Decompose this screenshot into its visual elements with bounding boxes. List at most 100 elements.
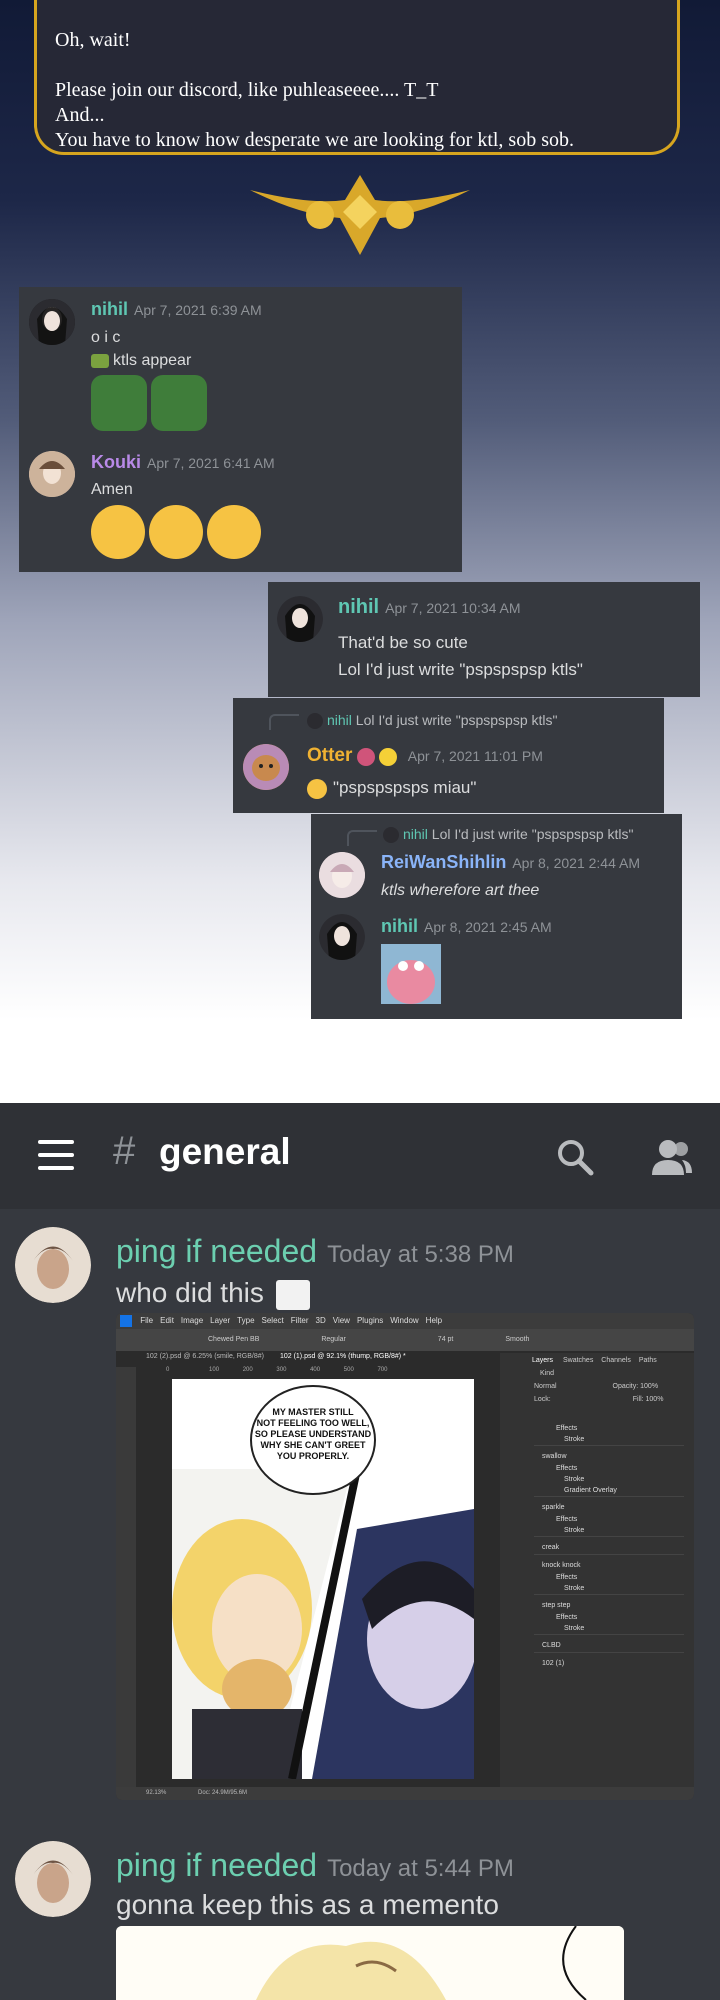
ps-panel-tab[interactable]: Channels (601, 1357, 631, 1364)
message-text: o i c (91, 329, 121, 346)
ps-layer-effect[interactable]: Stroke (534, 1583, 684, 1594)
ps-menu-item[interactable]: Window (390, 1316, 418, 1325)
hamburger-menu-icon[interactable] (38, 1140, 74, 1170)
ps-layer-effect[interactable]: Stroke (534, 1623, 684, 1634)
ps-panel-tab[interactable]: Paths (639, 1357, 657, 1364)
ps-doc-tab-active[interactable]: 102 (1).psd @ 92.1% (thump, RGB/8#) * (280, 1353, 406, 1360)
ps-canvas[interactable]: MY MASTER STILL NOT FEELING TOO WELL, SO… (172, 1379, 474, 1779)
message-text: ktls wherefore art thee (381, 882, 540, 899)
ps-status-bar: 92.13% Doc: 24.9M/95.6M (116, 1787, 694, 1800)
reply-username[interactable]: nihil (403, 826, 428, 842)
channel-header: # general (0, 1103, 720, 1209)
username-kouki[interactable]: Kouki (91, 452, 141, 472)
ps-blend-mode[interactable]: Normal (534, 1383, 557, 1390)
ps-toolbar[interactable] (116, 1367, 136, 1787)
username-otter[interactable]: Otter (307, 745, 352, 766)
ruler-tick: 700 (377, 1367, 388, 1373)
ps-menu-item[interactable]: Filter (291, 1316, 309, 1325)
bubble-text: SO PLEASE UNDERSTAND (254, 1429, 372, 1439)
lemon-emoji-icon (379, 747, 398, 766)
username-ping[interactable]: ping if needed (116, 1847, 317, 1883)
rofl-emoji-icon (307, 778, 327, 799)
ps-antialias-select[interactable]: Smooth (505, 1336, 529, 1343)
search-icon[interactable] (555, 1137, 595, 1177)
avatar-ping[interactable] (15, 1841, 91, 1917)
message-text: ktls appear (113, 352, 192, 369)
ps-layer-row[interactable]: CLBD (534, 1634, 684, 1652)
ps-size-select[interactable]: 74 pt (438, 1336, 454, 1343)
username-ping[interactable]: ping if needed (116, 1233, 317, 1269)
ps-layer-effect[interactable]: Effects (534, 1612, 684, 1623)
ps-layer-effect[interactable]: Gradient Overlay (534, 1485, 684, 1496)
photoshop-screenshot-image[interactable]: File Edit Image Layer Type Select Filter 3D View… (116, 1313, 694, 1800)
reply-text[interactable]: Lol I'd just write "pspspspsp ktls" (356, 712, 558, 728)
timestamp: Apr 8, 2021 2:45 AM (424, 919, 552, 935)
reply-connector (347, 830, 377, 846)
avatar-ping[interactable] (15, 1227, 91, 1303)
message-text: Amen (91, 481, 133, 498)
ps-layer-row[interactable]: sparkle (534, 1496, 684, 1514)
bubble-text: YOU PROPERLY. (276, 1451, 350, 1461)
ps-menu-item[interactable]: Plugins (357, 1316, 383, 1325)
ps-fill[interactable]: Fill: 100% (633, 1396, 664, 1403)
message-text: Lol I'd just write "pspspspsp ktls" (338, 660, 583, 679)
patrick-sticker-image[interactable] (381, 944, 441, 1004)
username-nihil[interactable]: nihil (381, 916, 418, 936)
ps-font-select[interactable]: Chewed Pen BB (208, 1336, 259, 1343)
ps-layer-effect[interactable]: Effects (534, 1514, 684, 1525)
username-nihil[interactable]: nihil (338, 596, 379, 618)
avatar-nihil[interactable] (29, 299, 75, 345)
notice-line-1: Oh, wait! (55, 29, 131, 51)
ps-menu-item[interactable]: Image (181, 1316, 203, 1325)
joy-emoji-icon (149, 505, 203, 559)
ps-menu-item[interactable]: File (140, 1316, 153, 1325)
ps-panel-tab[interactable]: Swatches (563, 1357, 593, 1364)
gold-ornament (250, 175, 470, 255)
ps-layer-effect[interactable]: Effects (534, 1572, 684, 1583)
ps-panel-tabs: Layers Swatches Channels Paths (500, 1353, 694, 1364)
ps-panel-tab[interactable]: Layers (532, 1357, 553, 1364)
ps-menu-item[interactable]: Type (237, 1316, 254, 1325)
ps-layer-row[interactable]: 102 (1) (534, 1652, 684, 1670)
ps-layer-list: Effects Stroke swallow Effects Stroke Gradien… (534, 1423, 684, 1670)
ps-layer-effect[interactable]: Stroke (534, 1434, 684, 1445)
bubble-text: NOT FEELING TOO WELL, (256, 1418, 370, 1428)
memento-image[interactable] (116, 1926, 624, 2000)
message-text: That'd be so cute (338, 633, 468, 652)
notice-line-2: Please join our discord, like puhleaseee… (55, 79, 439, 101)
ps-style-select[interactable]: Regular (321, 1336, 346, 1343)
reply-username[interactable]: nihil (327, 712, 352, 728)
ps-kind-filter[interactable]: Kind (500, 1364, 694, 1377)
ps-layer-row[interactable]: swallow (534, 1445, 684, 1463)
ruler-tick: 100 (209, 1367, 220, 1373)
ps-layer-effect[interactable]: Effects (534, 1423, 684, 1434)
message-text: "pspspspsps miau" (333, 778, 477, 797)
ps-opacity[interactable]: Opacity: 100% (613, 1383, 659, 1390)
avatar-reiwanshihlin[interactable] (319, 852, 365, 898)
ps-layer-row[interactable]: creak (534, 1536, 684, 1554)
ps-layer-effect[interactable]: Effects (534, 1463, 684, 1474)
username-reiwanshihlin[interactable]: ReiWanShihlin (381, 852, 506, 872)
ps-menu-item[interactable]: 3D (316, 1316, 326, 1325)
ps-layer-effect[interactable]: Stroke (534, 1474, 684, 1485)
member-list-icon[interactable] (648, 1137, 694, 1177)
reply-text[interactable]: Lol I'd just write "pspspspsp ktls" (432, 826, 634, 842)
ps-doc-tab[interactable]: 102 (2).psd @ 6.25% (smile, RGB/8#) (146, 1353, 264, 1360)
bubble-text: MY MASTER STILL (272, 1407, 354, 1417)
ps-menu-item[interactable]: View (333, 1316, 350, 1325)
username-nihil[interactable]: nihil (91, 299, 128, 319)
ps-menu-item[interactable]: Help (426, 1316, 442, 1325)
ps-menu-item[interactable]: Layer (210, 1316, 230, 1325)
ps-layer-effect[interactable]: Stroke (534, 1525, 684, 1536)
ps-layer-row[interactable]: knock knock (534, 1554, 684, 1572)
avatar-nihil[interactable] (319, 914, 365, 960)
discord-app: # general ping if needed Today at 5:38 PM… (0, 1103, 720, 2000)
avatar-kouki[interactable] (29, 451, 75, 497)
avatar-nihil[interactable] (277, 596, 323, 642)
ps-menu-item[interactable]: Edit (160, 1316, 174, 1325)
timestamp: Apr 8, 2021 2:44 AM (512, 855, 640, 871)
ps-menu-item[interactable]: Select (262, 1316, 284, 1325)
ps-layer-row[interactable]: step step (534, 1594, 684, 1612)
avatar-otter[interactable] (243, 744, 289, 790)
ps-menu-list: File Edit Image Layer Type Select Filter 3D View… (140, 1316, 449, 1325)
